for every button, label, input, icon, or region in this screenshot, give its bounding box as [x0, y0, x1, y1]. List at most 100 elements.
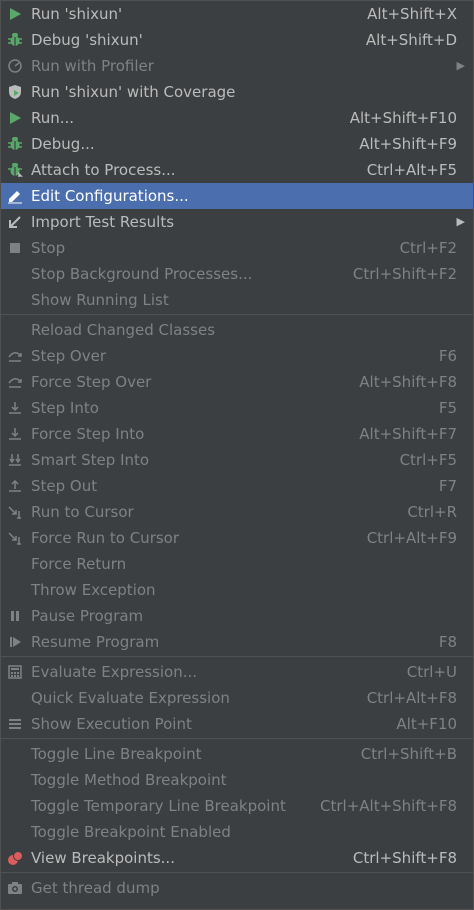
- pencil-edit-icon: [7, 188, 23, 204]
- menu-item-step-into[interactable]: Step Into F5: [1, 395, 473, 421]
- menu-item-run-to-cursor[interactable]: Run to Cursor Ctrl+R: [1, 499, 473, 525]
- profiler-icon: [7, 58, 23, 74]
- run-icon: [7, 6, 23, 22]
- step-into-icon: [7, 400, 23, 416]
- submenu-arrow-icon: ▶: [456, 59, 465, 72]
- menu-item-pause-program[interactable]: Pause Program: [1, 603, 473, 629]
- menu-item-force-step-over[interactable]: Force Step Over Alt+Shift+F8: [1, 369, 473, 395]
- menu-item-shortcut: Alt+Shift+F10: [349, 109, 457, 127]
- menu-item-run-shixun[interactable]: Run 'shixun' Alt+Shift+X: [1, 1, 473, 27]
- menu-item-shortcut: Ctrl+Shift+B: [360, 745, 457, 763]
- menu-item-toggle-line-breakpoint[interactable]: Toggle Line Breakpoint Ctrl+Shift+B: [1, 741, 473, 767]
- step-out-icon: [7, 478, 23, 494]
- menu-item-force-return[interactable]: Force Return: [1, 551, 473, 577]
- menu-item-quick-evaluate-expression[interactable]: Quick Evaluate Expression Ctrl+Alt+F8: [1, 685, 473, 711]
- submenu-arrow-icon: ▶: [456, 215, 465, 228]
- menu-item-view-breakpoints[interactable]: View Breakpoints... Ctrl+Shift+F8: [1, 845, 473, 871]
- menu-item-label: Throw Exception: [31, 581, 156, 599]
- menu-item-resume-program[interactable]: Resume Program F8: [1, 629, 473, 655]
- resume-icon: [7, 634, 23, 650]
- menu-item-label: Import Test Results: [31, 213, 175, 231]
- menu-item-show-execution-point[interactable]: Show Execution Point Alt+F10: [1, 711, 473, 737]
- menu-item-edit-configurations[interactable]: Edit Configurations...: [1, 183, 473, 209]
- menu-item-shortcut: F7: [438, 477, 457, 495]
- menu-item-label: Toggle Breakpoint Enabled: [31, 823, 231, 841]
- smart-step-into-icon: [7, 452, 23, 468]
- menu-item-label: Force Step Over: [31, 373, 152, 391]
- menu-item-force-run-to-cursor[interactable]: Force Run to Cursor Ctrl+Alt+F9: [1, 525, 473, 551]
- menu-item-label: Step Over: [31, 347, 106, 365]
- calculator-icon: [7, 664, 23, 680]
- menu-item-shortcut: Alt+Shift+X: [367, 5, 457, 23]
- menu-item-attach-to-process[interactable]: Attach to Process... Ctrl+Alt+F5: [1, 157, 473, 183]
- menu-item-run-with-profiler[interactable]: Run with Profiler ▶: [1, 53, 473, 79]
- menu-item-label: Quick Evaluate Expression: [31, 689, 230, 707]
- menu-item-label: Attach to Process...: [31, 161, 176, 179]
- menu-item-step-out[interactable]: Step Out F7: [1, 473, 473, 499]
- coverage-shield-icon: [7, 84, 23, 100]
- step-over-icon: [7, 348, 23, 364]
- run-to-cursor-icon: [7, 504, 23, 520]
- menu-item-label: Toggle Method Breakpoint: [31, 771, 227, 789]
- menu-item-label: Evaluate Expression...: [31, 663, 198, 681]
- menu-item-label: Edit Configurations...: [31, 187, 189, 205]
- menu-item-smart-step-into[interactable]: Smart Step Into Ctrl+F5: [1, 447, 473, 473]
- menu-item-reload-changed-classes[interactable]: Reload Changed Classes: [1, 317, 473, 343]
- menu-item-evaluate-expression[interactable]: Evaluate Expression... Ctrl+U: [1, 659, 473, 685]
- menu-item-label: Show Execution Point: [31, 715, 192, 733]
- menu-item-toggle-temporary-line-breakpoint[interactable]: Toggle Temporary Line Breakpoint Ctrl+Alt…: [1, 793, 473, 819]
- menu-item-label: Step Out: [31, 477, 98, 495]
- menu-item-label: Stop: [31, 239, 66, 257]
- menu-item-shortcut: Alt+Shift+F9: [359, 135, 457, 153]
- menu-item-shortcut: Alt+Shift+D: [365, 31, 457, 49]
- menu-item-shortcut: Alt+Shift+F8: [359, 373, 457, 391]
- menu-item-label: Run 'shixun': [31, 5, 123, 23]
- menu-item-label: View Breakpoints...: [31, 849, 175, 867]
- menu-item-run[interactable]: Run... Alt+Shift+F10: [1, 105, 473, 131]
- menu-item-import-test-results[interactable]: Import Test Results ▶: [1, 209, 473, 235]
- menu-item-label: Debug...: [31, 135, 95, 153]
- menu-item-shortcut: F6: [438, 347, 457, 365]
- debug-bug-icon: [7, 32, 23, 48]
- menu-item-label: Get thread dump: [31, 879, 160, 897]
- menu-item-debug-shixun[interactable]: Debug 'shixun' Alt+Shift+D: [1, 27, 473, 53]
- menu-item-shortcut: Ctrl+F5: [399, 451, 457, 469]
- menu-item-label: Toggle Line Breakpoint: [31, 745, 202, 763]
- menu-item-shortcut: F8: [438, 633, 457, 651]
- menu-item-force-step-into[interactable]: Force Step Into Alt+Shift+F7: [1, 421, 473, 447]
- menu-item-shortcut: Ctrl+Shift+F8: [352, 849, 457, 867]
- menu-item-label: Force Run to Cursor: [31, 529, 180, 547]
- menu-item-show-running-list[interactable]: Show Running List: [1, 287, 473, 313]
- menu-item-debug[interactable]: Debug... Alt+Shift+F9: [1, 131, 473, 157]
- menu-item-shortcut: Ctrl+Alt+F8: [366, 689, 457, 707]
- menu-item-shortcut: Ctrl+F2: [399, 239, 457, 257]
- menu-item-get-thread-dump[interactable]: Get thread dump: [1, 875, 473, 901]
- run-context-menu: Run 'shixun' Alt+Shift+X Debug 'shixun' Alt…: [0, 0, 474, 910]
- menu-item-label: Run to Cursor: [31, 503, 134, 521]
- menu-item-label: Run 'shixun' with Coverage: [31, 83, 236, 101]
- menu-item-step-over[interactable]: Step Over F6: [1, 343, 473, 369]
- menu-item-label: Force Step Into: [31, 425, 145, 443]
- menu-item-run-shixun-with-coverage[interactable]: Run 'shixun' with Coverage: [1, 79, 473, 105]
- breakpoints-icon: [7, 850, 23, 866]
- menu-item-toggle-method-breakpoint[interactable]: Toggle Method Breakpoint: [1, 767, 473, 793]
- menu-item-toggle-breakpoint-enabled[interactable]: Toggle Breakpoint Enabled: [1, 819, 473, 845]
- menu-item-label: Show Running List: [31, 291, 169, 309]
- menu-item-label: Run with Profiler: [31, 57, 154, 75]
- menu-item-label: Toggle Temporary Line Breakpoint: [31, 797, 286, 815]
- debug-bug-icon: [7, 136, 23, 152]
- menu-item-shortcut: Ctrl+Shift+F2: [352, 265, 457, 283]
- menu-item-label: Smart Step Into: [31, 451, 150, 469]
- menu-item-stop[interactable]: Stop Ctrl+F2: [1, 235, 473, 261]
- menu-item-shortcut: Ctrl+R: [407, 503, 457, 521]
- menu-item-label: Force Return: [31, 555, 127, 573]
- run-icon: [7, 110, 23, 126]
- menu-item-stop-background-processes[interactable]: Stop Background Processes... Ctrl+Shift+F…: [1, 261, 473, 287]
- stop-square-icon: [7, 240, 23, 256]
- menu-item-label: Run...: [31, 109, 75, 127]
- attach-bug-icon: [7, 162, 23, 178]
- force-step-into-icon: [7, 426, 23, 442]
- execution-point-icon: [7, 716, 23, 732]
- menu-item-label: Stop Background Processes...: [31, 265, 253, 283]
- menu-item-throw-exception[interactable]: Throw Exception: [1, 577, 473, 603]
